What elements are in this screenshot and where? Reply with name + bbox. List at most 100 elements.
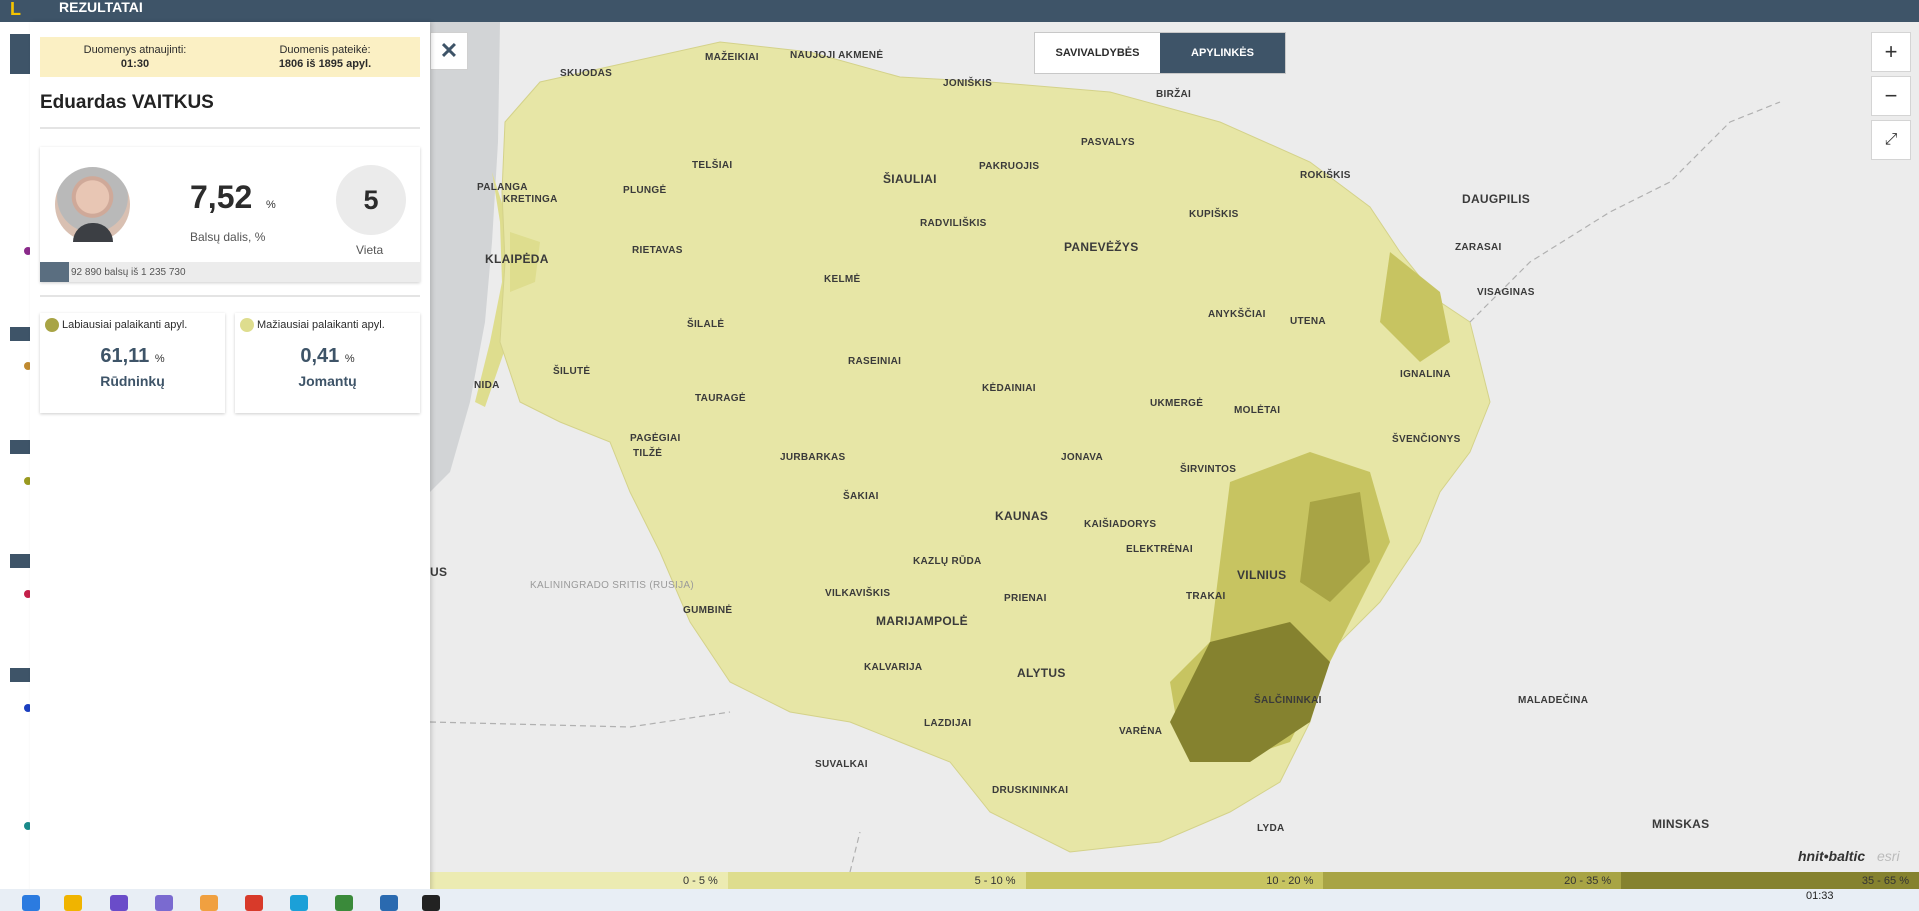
votes-progress-bar: 92 890 balsų iš 1 235 730	[40, 262, 420, 282]
most-support-card[interactable]: Labiausiai palaikanti apyl. 61,11 % Rūdn…	[40, 313, 225, 413]
background-bar	[10, 440, 30, 454]
close-icon: ✕	[439, 38, 459, 63]
least-support-place: Jomantų	[298, 373, 357, 389]
taskbar-clock: 01:33	[1806, 890, 1834, 902]
city-label: TILŽĖ	[633, 448, 663, 459]
city-label: KRETINGA	[503, 194, 558, 205]
background-bar	[10, 668, 30, 682]
top-bar: L REZULTATAI	[0, 0, 1919, 22]
city-label: UKMERGĖ	[1150, 398, 1204, 409]
close-panel-button[interactable]: ✕	[430, 32, 468, 70]
city-label: SUVALKAI	[815, 759, 868, 770]
least-support-header: Mažiausiai palaikanti apyl.	[240, 318, 385, 332]
city-label: ŠILALĖ	[687, 319, 725, 330]
city-label: RADVILIŠKIS	[920, 218, 987, 229]
city-label: KELMĖ	[824, 274, 861, 285]
city-label: TRAKAI	[1186, 591, 1226, 602]
page-title: REZULTATAI	[59, 0, 143, 15]
app-icon[interactable]	[422, 895, 440, 911]
legend-bar: 0 - 5 % 5 - 10 % 10 - 20 % 20 - 35 % 35 …	[430, 872, 1919, 889]
view-toggle: SAVIVALDYBĖS APYLINKĖS	[1034, 32, 1286, 74]
city-label: ALYTUS	[1017, 666, 1066, 680]
divider	[40, 295, 420, 297]
votes-progress-fill	[40, 262, 69, 282]
city-label: ŠVENČIONYS	[1392, 434, 1461, 445]
updated-value: 01:30	[120, 58, 150, 70]
city-label: VILNIUS	[1237, 568, 1287, 582]
fullscreen-icon: ⤢	[1884, 131, 1898, 148]
background-bar	[10, 327, 30, 341]
data-status-box: Duomenys atnaujinti: 01:30 Duomenis pate…	[40, 37, 420, 77]
city-label: US	[430, 565, 448, 579]
updated-info: Duomenys atnaujinti: 01:30	[40, 37, 230, 77]
least-support-card[interactable]: Mažiausiai palaikanti apyl. 0,41 % Joman…	[235, 313, 420, 413]
city-label: KAUNAS	[995, 509, 1049, 523]
city-label: ŠALČININKAI	[1254, 695, 1322, 706]
city-label: ROKIŠKIS	[1300, 170, 1351, 181]
least-support-unit: %	[344, 353, 355, 365]
city-label: MOLĖTAI	[1234, 405, 1281, 416]
city-label: KAIŠIADORYS	[1084, 519, 1157, 530]
candidate-card: 7,52 % Balsų dalis, % 5 Vieta 92 890 bal…	[40, 147, 420, 282]
city-label: JURBARKAS	[780, 452, 846, 463]
background-bar	[10, 554, 30, 568]
city-label: MALADEČINA	[1518, 695, 1589, 706]
vote-share-value: 7,52	[190, 179, 253, 215]
app-icon[interactable]	[200, 895, 218, 911]
attribution-hnit: hnit•baltic	[1798, 848, 1866, 864]
city-label: PLUNGĖ	[623, 185, 667, 196]
city-label: MARIJAMPOLĖ	[876, 614, 968, 628]
city-label: TELŠIAI	[692, 160, 733, 171]
tab-savivaldybes[interactable]: SAVIVALDYBĖS	[1035, 33, 1160, 73]
zoom-out-button[interactable]: −	[1871, 76, 1911, 116]
legend-dot-icon	[240, 318, 254, 332]
city-label: SKUODAS	[560, 68, 613, 79]
most-support-unit: %	[154, 353, 165, 365]
border-line	[849, 831, 861, 872]
city-label: KAZLŲ RŪDA	[913, 556, 982, 567]
results-map[interactable]: MAŽEIKIAI NAUJOJI AKMENĖ SKUODAS JONIŠKI…	[430, 22, 1919, 872]
city-label: PALANGA	[477, 182, 528, 193]
start-icon[interactable]	[22, 895, 40, 911]
city-label: KĖDAINIAI	[982, 383, 1036, 394]
app-icon[interactable]	[335, 895, 353, 911]
city-label: ANYKŠČIAI	[1208, 309, 1266, 320]
app-icon[interactable]	[380, 895, 398, 911]
city-label: GUMBINĖ	[683, 605, 733, 616]
tab-apylinkes[interactable]: APYLINKĖS	[1160, 33, 1285, 73]
most-support-label: Labiausiai palaikanti apyl.	[62, 319, 188, 331]
fullscreen-button[interactable]: ⤢	[1871, 120, 1911, 160]
city-label: MAŽEIKIAI	[705, 52, 759, 63]
chrome-icon[interactable]	[245, 895, 263, 911]
app-icon[interactable]	[290, 895, 308, 911]
candidate-name: Eduardas VAITKUS	[40, 92, 214, 113]
city-label: JONAVA	[1061, 452, 1103, 463]
legend-range: 35 - 65 %	[1621, 872, 1919, 889]
most-support-value: 61,11	[100, 345, 150, 367]
app-icon[interactable]	[155, 895, 173, 911]
city-label: VILKAVIŠKIS	[825, 588, 891, 599]
place-value: 5	[363, 184, 379, 215]
vote-share-label: Balsų dalis, %	[190, 230, 266, 244]
background-page-strip	[0, 22, 32, 892]
city-label: VISAGINAS	[1477, 287, 1535, 298]
zoom-in-button[interactable]: +	[1871, 32, 1911, 72]
city-label: ŠIRVINTOS	[1180, 464, 1237, 475]
city-label: RIETAVAS	[632, 245, 683, 256]
updated-label: Duomenys atnaujinti:	[83, 44, 187, 56]
city-label: LYDA	[1257, 823, 1285, 834]
city-label: MINSKAS	[1652, 817, 1710, 831]
city-label: ŠAKIAI	[843, 491, 879, 502]
reported-info: Duomenis pateikė: 1806 iš 1895 apyl.	[230, 37, 420, 77]
city-label: DAUGPILIS	[1462, 192, 1531, 206]
app-icon[interactable]	[110, 895, 128, 911]
legend-range: 5 - 10 %	[727, 872, 1026, 889]
city-label: JONIŠKIS	[943, 78, 993, 89]
map-attribution: hnit•baltic esri	[1798, 848, 1900, 864]
city-label: ELEKTRĖNAI	[1126, 544, 1193, 555]
folder-icon[interactable]	[64, 895, 82, 911]
place-label: Vieta	[356, 243, 384, 257]
place-badge: 5	[336, 165, 406, 235]
legend-range: 0 - 5 %	[430, 872, 728, 889]
city-label: RASEINIAI	[848, 356, 902, 367]
